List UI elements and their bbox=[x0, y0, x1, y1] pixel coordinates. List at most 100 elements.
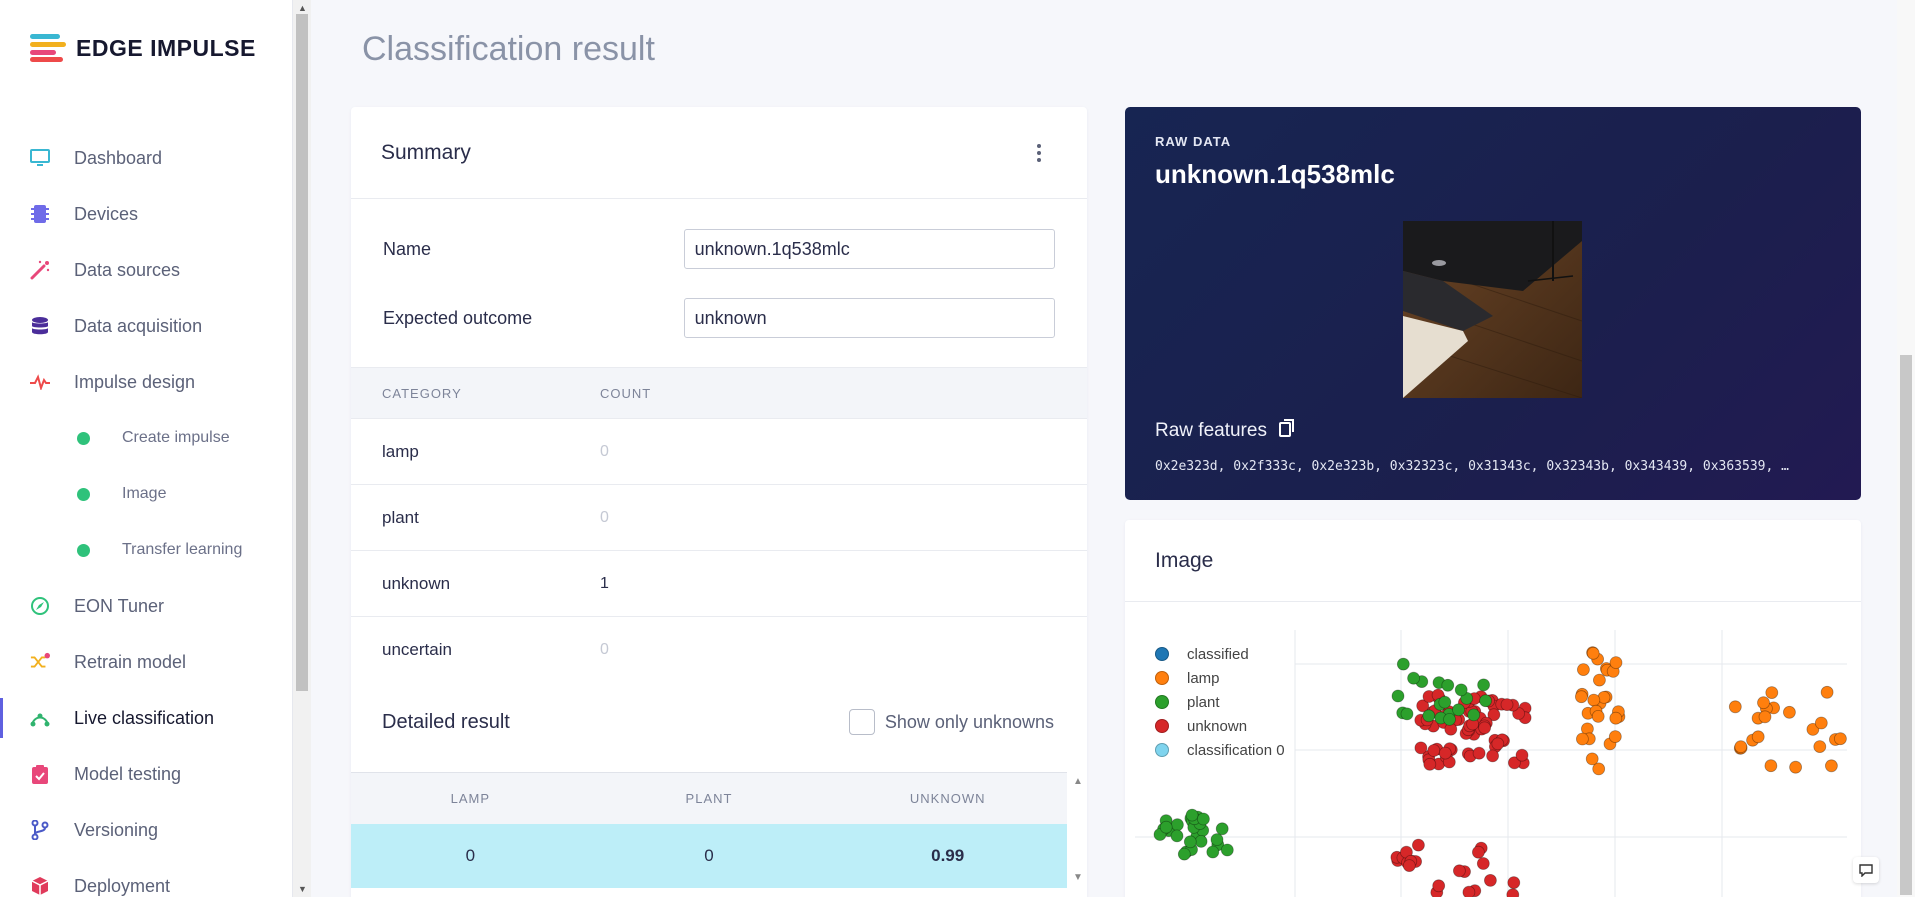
scatter-point[interactable] bbox=[1185, 808, 1199, 822]
scatter-point[interactable] bbox=[1479, 694, 1493, 708]
sidebar-subitem-transfer-learning[interactable]: Transfer learning bbox=[0, 522, 293, 578]
scatter-point[interactable] bbox=[1438, 695, 1452, 709]
scatter-point[interactable] bbox=[1391, 689, 1405, 703]
scatter-point[interactable] bbox=[1491, 737, 1505, 751]
sidebar-subitem-create-impulse[interactable]: Create impulse bbox=[0, 410, 293, 466]
scatter-point[interactable] bbox=[1438, 746, 1452, 760]
scatter-point[interactable] bbox=[1576, 663, 1590, 676]
sidebar-item-eon-tuner[interactable]: EON Tuner bbox=[0, 578, 293, 634]
scatter-point[interactable] bbox=[1825, 759, 1838, 773]
scatter-point[interactable] bbox=[1471, 845, 1485, 859]
result-table-scrollbar[interactable]: ▲ ▼ bbox=[1067, 772, 1087, 888]
sidebar-item-devices[interactable]: Devices bbox=[0, 186, 293, 242]
scatter-point[interactable] bbox=[1422, 709, 1436, 723]
scatter-point[interactable] bbox=[1574, 690, 1588, 704]
sidebar-item-live-classification[interactable]: Live classification bbox=[0, 690, 293, 746]
sidebar-item-versioning[interactable]: Versioning bbox=[0, 802, 293, 858]
name-input[interactable]: unknown.1q538mlc bbox=[683, 229, 1055, 269]
sidebar-item-deployment[interactable]: Deployment bbox=[0, 858, 293, 897]
scatter-point[interactable] bbox=[1177, 847, 1191, 861]
scatter-point[interactable] bbox=[1734, 740, 1748, 754]
legend-item-lamp[interactable]: lamp bbox=[1155, 666, 1285, 690]
scatter-point[interactable] bbox=[1411, 838, 1425, 852]
table-row[interactable]: 0 0 0.99 bbox=[351, 824, 1067, 888]
scatter-point[interactable] bbox=[1454, 683, 1468, 697]
legend-item-classified[interactable]: classified bbox=[1155, 642, 1285, 666]
sidebar-subitem-image[interactable]: Image bbox=[0, 466, 293, 522]
scatter-point[interactable] bbox=[1183, 835, 1197, 849]
scatter-point[interactable] bbox=[1592, 673, 1606, 687]
scatter-point[interactable] bbox=[1820, 685, 1834, 699]
scroll-down-arrow-icon[interactable]: ▼ bbox=[298, 884, 307, 894]
scatter-point[interactable] bbox=[1515, 748, 1529, 762]
scatter-point[interactable] bbox=[1758, 710, 1772, 724]
scatter-point[interactable] bbox=[1414, 741, 1428, 755]
scatter-point[interactable] bbox=[1427, 744, 1441, 757]
scatter-point[interactable] bbox=[1585, 752, 1599, 766]
scroll-down-arrow-icon[interactable]: ▼ bbox=[1073, 872, 1083, 883]
scatter-point[interactable] bbox=[1472, 746, 1486, 760]
scatter-point[interactable] bbox=[1215, 822, 1229, 836]
sidebar-item-dashboard[interactable]: Dashboard bbox=[0, 130, 293, 186]
scatter-point[interactable] bbox=[1814, 716, 1828, 730]
scatter-point[interactable] bbox=[1486, 749, 1500, 763]
scatter-point[interactable] bbox=[1813, 740, 1827, 754]
sidebar-scrollbar-thumb[interactable] bbox=[296, 14, 308, 691]
scroll-up-arrow-icon[interactable]: ▲ bbox=[298, 3, 307, 13]
scatter-point[interactable] bbox=[1500, 698, 1514, 711]
scatter-point[interactable] bbox=[1765, 686, 1779, 699]
scatter-point[interactable] bbox=[1477, 678, 1491, 692]
scatter-point[interactable] bbox=[1467, 708, 1481, 722]
scatter-point[interactable] bbox=[1586, 646, 1600, 660]
scatter-point[interactable] bbox=[1443, 713, 1456, 726]
page-scrollbar[interactable] bbox=[1897, 0, 1915, 897]
scatter-point[interactable] bbox=[1575, 732, 1589, 746]
sidebar-scrollbar[interactable]: ▲ ▼ bbox=[293, 0, 311, 897]
scatter-point[interactable] bbox=[1587, 693, 1601, 707]
feedback-button[interactable] bbox=[1853, 857, 1879, 883]
scatter-point[interactable] bbox=[1591, 710, 1605, 723]
sidebar-item-retrain-model[interactable]: Retrain model bbox=[0, 634, 293, 690]
show-only-unknowns-toggle[interactable]: Show only unknowns bbox=[848, 709, 1054, 735]
scatter-point[interactable] bbox=[1609, 711, 1623, 725]
scatter-point[interactable] bbox=[1764, 759, 1778, 773]
sidebar-item-data-acquisition[interactable]: Data acquisition bbox=[0, 298, 293, 354]
legend-item-classification-0[interactable]: classification 0 bbox=[1155, 738, 1285, 762]
scatter-point[interactable] bbox=[1407, 671, 1421, 685]
scatter-point[interactable] bbox=[1194, 834, 1208, 848]
scatter-point[interactable] bbox=[1423, 757, 1437, 771]
scroll-up-arrow-icon[interactable]: ▲ bbox=[1073, 776, 1083, 787]
scatter-point[interactable] bbox=[1476, 857, 1490, 870]
scatter-point[interactable] bbox=[1483, 873, 1497, 887]
scatter-point[interactable] bbox=[1210, 833, 1224, 847]
scatter-point[interactable] bbox=[1507, 876, 1521, 890]
scatter-point[interactable] bbox=[1396, 657, 1410, 671]
scatter-point[interactable] bbox=[1789, 760, 1802, 774]
scatter-point[interactable] bbox=[1452, 864, 1466, 878]
legend-item-unknown[interactable]: unknown bbox=[1155, 714, 1285, 738]
copy-icon[interactable] bbox=[1278, 419, 1295, 443]
scatter-point[interactable] bbox=[1441, 678, 1455, 692]
scatter-point[interactable] bbox=[1159, 820, 1173, 834]
sidebar-item-impulse-design[interactable]: Impulse design bbox=[0, 354, 293, 410]
scatter-point[interactable] bbox=[1197, 812, 1210, 826]
scatter-point[interactable] bbox=[1751, 730, 1765, 744]
scatter-point[interactable] bbox=[1170, 829, 1184, 843]
scatter-point[interactable] bbox=[1402, 859, 1416, 873]
scatter-point[interactable] bbox=[1220, 843, 1234, 857]
page-scrollbar-thumb[interactable] bbox=[1900, 355, 1912, 895]
scatter-point[interactable] bbox=[1728, 700, 1742, 714]
sidebar-item-model-testing[interactable]: Model testing bbox=[0, 746, 293, 802]
scatter-point[interactable] bbox=[1206, 845, 1220, 859]
more-options-icon[interactable] bbox=[1037, 143, 1043, 162]
edge-impulse-logo[interactable]: EDGE IMPULSE bbox=[30, 34, 256, 62]
scatter-point[interactable] bbox=[1834, 732, 1847, 746]
scatter-point[interactable] bbox=[1478, 721, 1492, 735]
scatter-point[interactable] bbox=[1432, 879, 1446, 893]
sidebar-item-data-sources[interactable]: Data sources bbox=[0, 242, 293, 298]
scatter-point[interactable] bbox=[1609, 656, 1623, 669]
scatter-point[interactable] bbox=[1506, 888, 1520, 897]
scatter-point[interactable] bbox=[1452, 703, 1465, 717]
show-only-unknowns-checkbox[interactable] bbox=[848, 709, 875, 735]
scatter-point[interactable] bbox=[1171, 818, 1184, 832]
